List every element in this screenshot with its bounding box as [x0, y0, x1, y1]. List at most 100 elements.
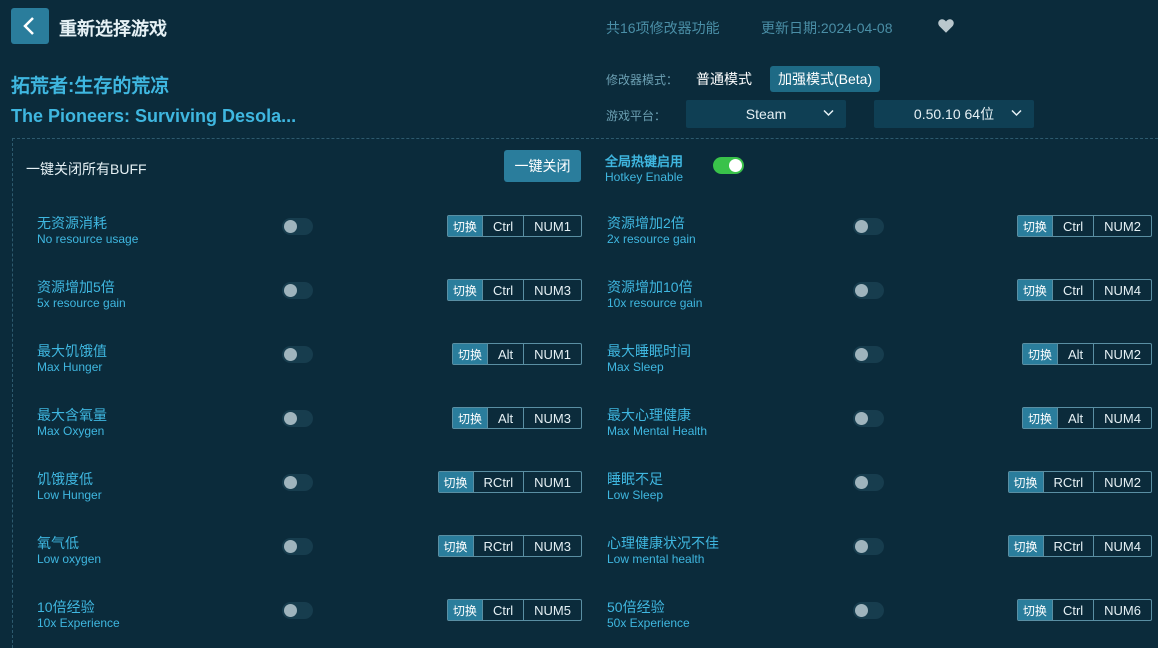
- option-name-cn: 资源增加5倍: [37, 279, 115, 295]
- hotkey-label-cn: 全局热键启用: [605, 154, 684, 169]
- option-name-cn: 最大心理健康: [607, 407, 691, 423]
- option-row: 氧气低 Low oxygen 切换 RCtrl NUM3: [37, 533, 582, 573]
- option-name-cn: 资源增加2倍: [607, 215, 685, 231]
- option-toggle[interactable]: [282, 282, 313, 299]
- option-toggle[interactable]: [282, 538, 313, 555]
- hotkey-key: NUM2: [1093, 344, 1151, 364]
- toggle-tag[interactable]: 切换: [447, 216, 482, 236]
- modifier-key: RCtrl: [1042, 536, 1094, 556]
- option-row: 最大含氧量 Max Oxygen 切换 Alt NUM3: [37, 405, 582, 445]
- hotkey-key: NUM1: [523, 216, 581, 236]
- modifier-key: Ctrl: [481, 600, 523, 620]
- hotkey-group: 切换 Ctrl NUM4: [1016, 279, 1152, 301]
- hotkey-group: 切换 RCtrl NUM1: [437, 471, 582, 493]
- option-row: 睡眠不足 Low Sleep 切换 RCtrl NUM2: [607, 469, 1152, 509]
- option-toggle[interactable]: [282, 474, 313, 491]
- toggle-tag[interactable]: 切换: [1022, 408, 1057, 428]
- hotkey-key: NUM3: [523, 408, 581, 428]
- option-row: 无资源消耗 No resource usage 切换 Ctrl NUM1: [37, 213, 582, 253]
- option-row: 最大睡眠时间 Max Sleep 切换 Alt NUM2: [607, 341, 1152, 381]
- toggle-tag[interactable]: 切换: [1022, 344, 1057, 364]
- option-name-en: No resource usage: [37, 232, 139, 246]
- buff-label: 一键关闭所有BUFF: [26, 161, 147, 177]
- toggle-tag[interactable]: 切换: [438, 472, 473, 492]
- heart-icon[interactable]: [937, 17, 955, 35]
- option-toggle[interactable]: [282, 410, 313, 427]
- update-date: 更新日期:2024-04-08: [761, 20, 893, 36]
- mode-enhanced-button[interactable]: 加强模式(Beta): [770, 66, 881, 92]
- toggle-tag[interactable]: 切换: [452, 408, 487, 428]
- option-name-en: 2x resource gain: [607, 232, 696, 246]
- option-name-en: 10x resource gain: [607, 296, 703, 310]
- modifier-key: Ctrl: [1051, 280, 1093, 300]
- option-row: 10倍经验 10x Experience 切换 Ctrl NUM5: [37, 597, 582, 637]
- version-select[interactable]: 0.50.10 64位: [874, 100, 1034, 128]
- hotkey-key: NUM4: [1093, 536, 1151, 556]
- game-title-en: The Pioneers: Surviving Desola...: [11, 106, 297, 126]
- close-all-button[interactable]: 一键关闭: [504, 150, 581, 182]
- page-title: 重新选择游戏: [59, 19, 167, 39]
- hotkey-key: NUM4: [1093, 408, 1151, 428]
- hotkey-enable-toggle[interactable]: [713, 157, 744, 174]
- modifier-key: Ctrl: [1051, 600, 1093, 620]
- modifier-key: RCtrl: [1042, 472, 1094, 492]
- option-row: 饥饿度低 Low Hunger 切换 RCtrl NUM1: [37, 469, 582, 509]
- option-name-en: 50x Experience: [607, 616, 690, 630]
- hotkey-group: 切换 Alt NUM2: [1021, 343, 1152, 365]
- hotkey-group: 切换 Alt NUM1: [451, 343, 582, 365]
- option-row: 心理健康状况不佳 Low mental health 切换 RCtrl NUM4: [607, 533, 1152, 573]
- option-name-cn: 资源增加10倍: [607, 279, 693, 295]
- option-toggle[interactable]: [853, 218, 884, 235]
- option-name-cn: 最大睡眠时间: [607, 343, 691, 359]
- option-name-cn: 睡眠不足: [607, 471, 663, 487]
- toggle-tag[interactable]: 切换: [1017, 280, 1052, 300]
- option-name-en: Low Hunger: [37, 488, 102, 502]
- hotkey-group: 切换 Ctrl NUM3: [446, 279, 582, 301]
- hotkey-group: 切换 Ctrl NUM1: [446, 215, 582, 237]
- mode-normal-button[interactable]: 普通模式: [687, 67, 761, 91]
- hotkey-key: NUM1: [523, 344, 581, 364]
- modifier-key: Alt: [1056, 408, 1093, 428]
- chevron-down-icon: [1011, 109, 1022, 117]
- mode-label: 修改器模式：: [606, 73, 679, 87]
- option-name-cn: 心理健康状况不佳: [607, 535, 719, 551]
- option-toggle[interactable]: [853, 602, 884, 619]
- option-toggle[interactable]: [853, 282, 884, 299]
- game-title-cn: 拓荒者:生存的荒凉: [11, 76, 170, 97]
- hotkey-key: NUM4: [1093, 280, 1151, 300]
- back-button[interactable]: [11, 8, 49, 44]
- toggle-tag[interactable]: 切换: [452, 344, 487, 364]
- option-toggle[interactable]: [853, 346, 884, 363]
- toggle-tag[interactable]: 切换: [438, 536, 473, 556]
- toggle-tag[interactable]: 切换: [1017, 600, 1052, 620]
- toggle-tag[interactable]: 切换: [1017, 216, 1052, 236]
- option-toggle[interactable]: [282, 602, 313, 619]
- modifier-key: RCtrl: [472, 472, 524, 492]
- toggle-tag[interactable]: 切换: [447, 600, 482, 620]
- option-toggle[interactable]: [853, 474, 884, 491]
- feature-count: 共16项修改器功能: [606, 20, 720, 36]
- option-row: 资源增加5倍 5x resource gain 切换 Ctrl NUM3: [37, 277, 582, 317]
- modifier-key: Alt: [486, 408, 523, 428]
- option-name-en: Max Oxygen: [37, 424, 105, 438]
- hotkey-key: NUM2: [1093, 472, 1151, 492]
- toggle-tag[interactable]: 切换: [1008, 472, 1043, 492]
- modifier-key: RCtrl: [472, 536, 524, 556]
- modifier-key: Ctrl: [1051, 216, 1093, 236]
- hotkey-key: NUM1: [523, 472, 581, 492]
- hotkey-key: NUM6: [1093, 600, 1151, 620]
- hotkey-group: 切换 Alt NUM4: [1021, 407, 1152, 429]
- option-name-cn: 氧气低: [37, 535, 79, 551]
- option-toggle[interactable]: [853, 410, 884, 427]
- option-toggle[interactable]: [853, 538, 884, 555]
- modifier-key: Alt: [486, 344, 523, 364]
- option-toggle[interactable]: [282, 346, 313, 363]
- toggle-tag[interactable]: 切换: [447, 280, 482, 300]
- option-toggle[interactable]: [282, 218, 313, 235]
- hotkey-group: 切换 Ctrl NUM2: [1016, 215, 1152, 237]
- option-name-en: Max Sleep: [607, 360, 664, 374]
- platform-select[interactable]: Steam: [686, 100, 846, 128]
- hotkey-key: NUM2: [1093, 216, 1151, 236]
- hotkey-group: 切换 RCtrl NUM2: [1007, 471, 1152, 493]
- toggle-tag[interactable]: 切换: [1008, 536, 1043, 556]
